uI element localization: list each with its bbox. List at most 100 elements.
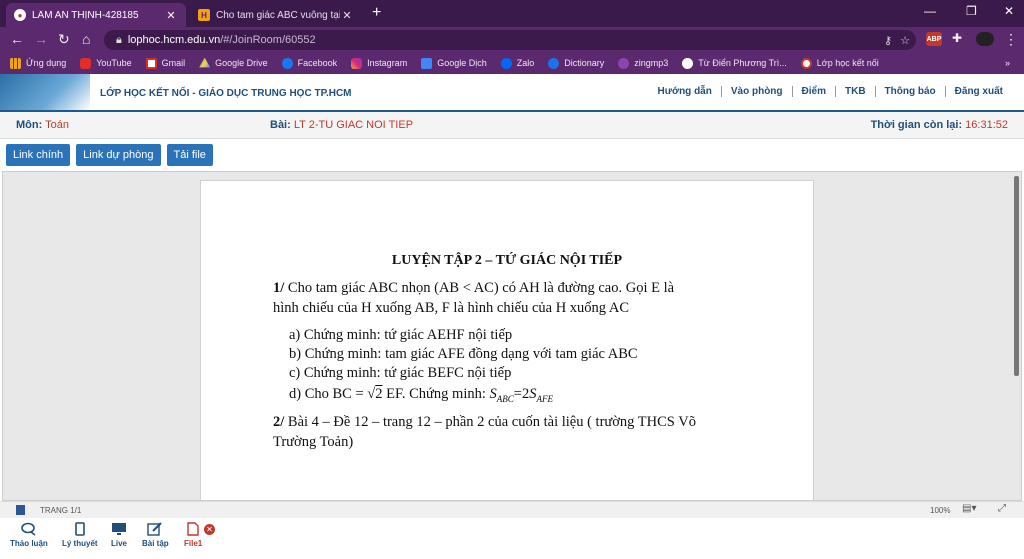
nav-vao-phong[interactable]: Vào phòng bbox=[720, 86, 792, 97]
adblock-icon[interactable]: ABP bbox=[926, 32, 942, 46]
url-host: lophoc.hcm.edu.vn bbox=[127, 34, 221, 46]
bottom-nav: Thảo luận Lý thuyết Live Bài tập File1 ✕ bbox=[0, 518, 1024, 559]
question-1-item-b: b) Chứng minh: tam giác AFE đồng dạng vớ… bbox=[289, 346, 638, 362]
menu-icon[interactable]: ⋮ bbox=[1004, 31, 1018, 48]
bookmark-lophoc[interactable]: Lớp học kết nối bbox=[800, 57, 879, 69]
bookmark-instagram[interactable]: Instagram bbox=[351, 57, 407, 69]
drive-icon bbox=[199, 57, 211, 68]
question-2-line-1: 2/ Bài 4 – Đề 12 – trang 12 – phần 2 của… bbox=[273, 414, 696, 430]
question-1-item-a: a) Chứng minh: tứ giác AEHF nội tiếp bbox=[289, 327, 513, 343]
site-header: LỚP HỌC KẾT NỐI - GIÁO DỤC TRUNG HỌC TP.… bbox=[0, 74, 1024, 112]
bookmark-gmail[interactable]: Gmail bbox=[145, 57, 185, 69]
edit-icon bbox=[147, 522, 163, 536]
link-buttons: Link chính Link dự phòng Tải file bbox=[6, 144, 213, 166]
dictionary-icon bbox=[548, 57, 560, 69]
bookmark-zingmp3[interactable]: zingmp3 bbox=[618, 57, 668, 69]
question-2-line-2: Trường Toản) bbox=[273, 434, 354, 450]
bookmark-facebook[interactable]: Facebook bbox=[281, 57, 337, 69]
bookmark-zalo[interactable]: Zalo bbox=[500, 57, 534, 69]
nav-file1[interactable]: File1 bbox=[184, 522, 202, 548]
nav-dang-xuat[interactable]: Đăng xuất bbox=[944, 86, 1012, 97]
tab-active[interactable]: ● LÂM AN THỊNH-428185 ✕ bbox=[6, 3, 186, 27]
key-icon[interactable]: ⚷ bbox=[884, 34, 892, 47]
lesson-info: Bài: LT 2-TU GIAC NOI TIEP bbox=[270, 119, 414, 131]
hoidap-favicon-icon: H bbox=[198, 9, 210, 21]
document-viewer[interactable]: LUYỆN TẬP 2 – TỨ GIÁC NỘI TIẾP 1/ Cho ta… bbox=[2, 171, 1022, 501]
viewer-scrollbar[interactable] bbox=[1014, 176, 1019, 376]
link-du-phong-button[interactable]: Link dự phòng bbox=[76, 144, 161, 166]
nav-huong-dan[interactable]: Hướng dẫn bbox=[649, 86, 721, 97]
profile-avatar[interactable] bbox=[976, 32, 994, 46]
more-bookmarks-icon[interactable]: » bbox=[1005, 58, 1010, 68]
tab-inactive[interactable]: H Cho tam giác ABC vuông tại A đư ✕ bbox=[190, 3, 362, 27]
close-file-icon[interactable]: ✕ bbox=[204, 524, 215, 535]
time-value: 16:31:52 bbox=[965, 119, 1008, 131]
zalo-icon bbox=[500, 57, 512, 69]
question-1-item-d: d) Cho BC = √2 EF. Chứng minh: SABC=2SAF… bbox=[289, 386, 553, 404]
bookmark-youtube[interactable]: YouTube bbox=[80, 57, 132, 69]
tab-title: Cho tam giác ABC vuông tại A đư bbox=[216, 9, 340, 21]
gmail-icon bbox=[145, 57, 157, 69]
download-file-button[interactable]: Tải file bbox=[166, 144, 213, 166]
youtube-icon bbox=[80, 57, 92, 69]
chat-icon bbox=[21, 522, 36, 536]
school-icon bbox=[800, 57, 812, 69]
url-input[interactable]: 🔒︎ lophoc.hcm.edu.vn/#/JoinRoom/60552 ⚷ … bbox=[104, 30, 916, 50]
monitor-icon bbox=[112, 523, 126, 535]
tab-title: LÂM AN THỊNH-428185 bbox=[32, 9, 139, 21]
dictionary-icon bbox=[682, 57, 694, 69]
pdf-file-icon bbox=[187, 522, 199, 536]
home-icon[interactable]: ⌂ bbox=[82, 31, 90, 47]
browser-tab-bar: ● LÂM AN THỊNH-428185 ✕ H Cho tam giác A… bbox=[0, 0, 1024, 27]
document-title: LUYỆN TẬP 2 – TỨ GIÁC NỘI TIẾP bbox=[391, 253, 623, 268]
site-favicon-icon: ● bbox=[14, 9, 26, 21]
question-1-item-c: c) Chứng minh: tứ giác BEFC nội tiếp bbox=[289, 365, 512, 381]
top-nav: Hướng dẫn Vào phòng Điểm TKB Thông báo Đ… bbox=[649, 86, 1013, 97]
nav-tkb[interactable]: TKB bbox=[834, 86, 875, 97]
instagram-icon bbox=[351, 57, 363, 69]
nav-ly-thuyet[interactable]: Lý thuyết bbox=[62, 522, 98, 548]
time-remaining: Thời gian còn lại: 16:31:52 bbox=[870, 119, 1008, 131]
subject-value: Toán bbox=[45, 119, 69, 131]
back-icon[interactable]: ← bbox=[10, 31, 24, 47]
bookmark-apps[interactable]: Ứng dụng bbox=[10, 57, 66, 69]
apps-icon bbox=[10, 57, 21, 69]
link-chinh-button[interactable]: Link chính bbox=[6, 144, 71, 166]
minimize-icon[interactable]: — bbox=[924, 4, 936, 18]
question-1-line-1: 1/ Cho tam giác ABC nhọn (AB < AC) có AH… bbox=[273, 280, 675, 296]
viewer-status-bar: TRANG 1/1 100% ▤▾ ⤢ bbox=[0, 501, 1024, 518]
nav-thong-bao[interactable]: Thông báo bbox=[874, 86, 945, 97]
extensions-icon[interactable]: ✚ bbox=[952, 31, 962, 45]
bookmark-translate[interactable]: Google Dịch bbox=[421, 57, 487, 69]
bookmarks-bar: Ứng dụng YouTube Gmail Google Drive Face… bbox=[0, 52, 1024, 74]
close-tab-icon[interactable]: ✕ bbox=[164, 9, 178, 22]
tablet-icon bbox=[74, 522, 85, 536]
translate-icon bbox=[421, 57, 433, 69]
site-title: LỚP HỌC KẾT NỐI - GIÁO DỤC TRUNG HỌC TP.… bbox=[100, 88, 352, 99]
bookmark-tudien[interactable]: Từ Điển Phương Trì... bbox=[682, 57, 787, 69]
view-options-icon[interactable]: ▤▾ bbox=[962, 503, 976, 514]
zingmp3-icon bbox=[618, 57, 630, 69]
question-1-line-2: hình chiếu của H xuống AB, F là hình chi… bbox=[273, 300, 630, 316]
bookmark-dictionary[interactable]: Dictionary bbox=[548, 57, 604, 69]
restore-icon[interactable]: ❐ bbox=[966, 4, 977, 18]
zoom-level: 100% bbox=[930, 506, 951, 515]
close-tab-icon[interactable]: ✕ bbox=[340, 9, 354, 22]
nav-bai-tap[interactable]: Bài tập bbox=[142, 522, 169, 548]
bookmark-star-icon[interactable]: ☆ bbox=[900, 34, 910, 47]
address-bar-row: ← → ↻ ⌂ 🔒︎ lophoc.hcm.edu.vn/#/JoinRoom/… bbox=[0, 27, 1024, 52]
reload-icon[interactable]: ↻ bbox=[58, 31, 70, 48]
forward-icon[interactable]: → bbox=[34, 31, 48, 47]
document-page: LUYỆN TẬP 2 – TỨ GIÁC NỘI TIẾP 1/ Cho ta… bbox=[200, 180, 814, 500]
facebook-icon bbox=[281, 57, 293, 69]
bookmark-drive[interactable]: Google Drive bbox=[199, 57, 268, 69]
new-tab-icon[interactable]: + bbox=[372, 4, 381, 22]
subject-info: Môn: Toán bbox=[16, 119, 69, 131]
window-close-icon[interactable]: ✕ bbox=[1004, 4, 1014, 18]
lesson-value: LT 2-TU GIAC NOI TIEP bbox=[293, 119, 414, 131]
nav-thao-luan[interactable]: Thảo luận bbox=[10, 522, 48, 548]
site-logo bbox=[0, 74, 90, 110]
nav-diem[interactable]: Điểm bbox=[791, 86, 835, 97]
nav-live[interactable]: Live bbox=[111, 522, 127, 548]
fullscreen-icon[interactable]: ⤢ bbox=[998, 503, 1006, 514]
